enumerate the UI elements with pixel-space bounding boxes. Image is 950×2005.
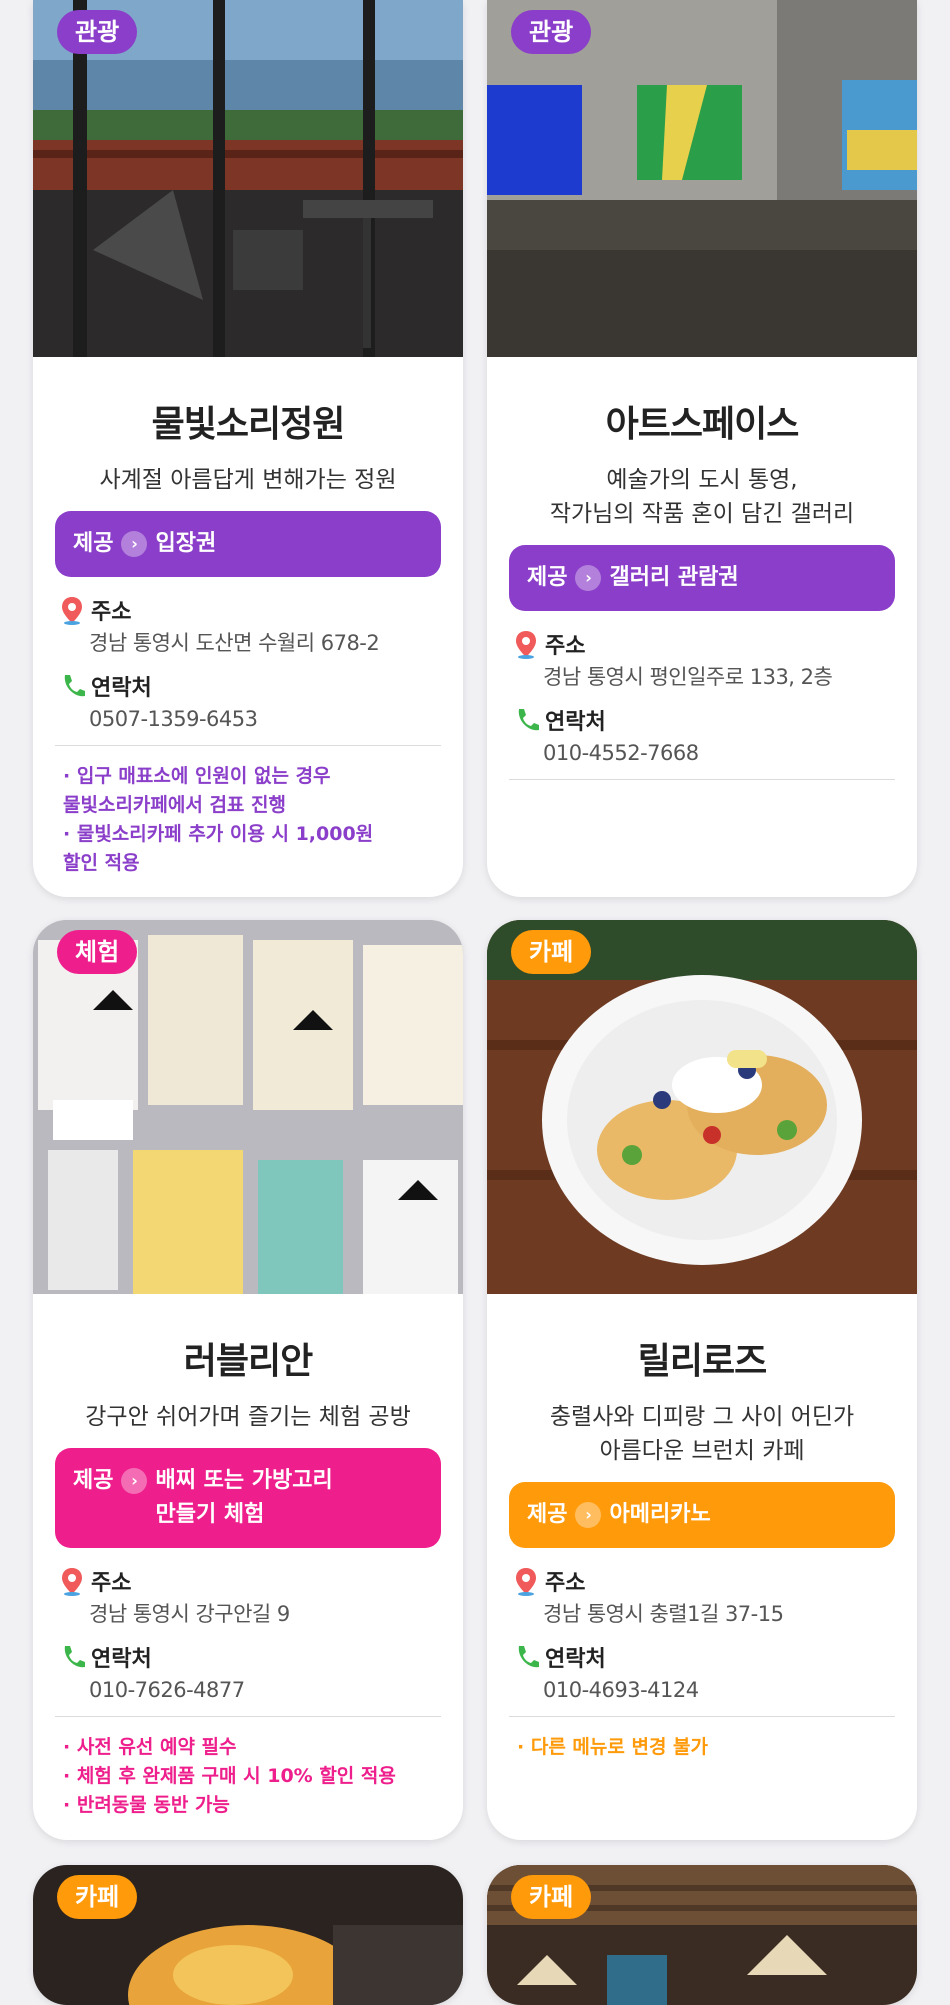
address-label: 주소: [91, 600, 132, 625]
address-row: 주소 경남 통영시 강구안길 9: [55, 1564, 441, 1630]
place-photo: 카페: [487, 1865, 917, 2005]
phone-icon: [518, 1646, 539, 1668]
address-label: 주소: [91, 1571, 132, 1596]
place-title: 러블리안: [183, 1341, 313, 1382]
place-title: 릴리로즈: [637, 1341, 767, 1382]
note-item: · 물빛소리카페 추가 이용 시 1,000원 할인 적용: [63, 823, 374, 874]
contact-value[interactable]: 010-4693-4124: [513, 1674, 895, 1706]
contact-label: 연락처: [91, 1647, 152, 1672]
place-card-lilyrose[interactable]: 카페 릴리로즈 충렬사와 디피랑 그 사이 어딘가 아름다운 브런치 카페 제공…: [487, 920, 917, 1840]
address-label: 주소: [545, 634, 586, 659]
divider: [509, 779, 895, 780]
contact-row: 연락처 010-4552-7668: [509, 703, 895, 769]
offer-value: 입장권: [155, 531, 217, 556]
category-badge: 카페: [57, 1875, 138, 1919]
note-item: · 다른 메뉴로 변경 불가: [517, 1736, 708, 1758]
category-badge: 관광: [511, 10, 592, 54]
contact-row: 연락처 010-7626-4877: [55, 1640, 441, 1706]
contact-row: 연락처 010-4693-4124: [509, 1640, 895, 1706]
category-badge: 카페: [511, 1875, 592, 1919]
offer-value: 배찌 또는 가방고리 만들기 체험: [155, 1468, 333, 1527]
divider: [55, 745, 441, 746]
place-photo: 관광: [33, 0, 463, 357]
chevron-right-icon: ›: [121, 1468, 148, 1494]
contact-row: 연락처 0507-1359-6453: [55, 669, 441, 735]
place-photo: 체험: [33, 920, 463, 1294]
place-photo: 카페: [487, 920, 917, 1294]
chevron-right-icon: ›: [121, 531, 148, 557]
contact-value[interactable]: 010-4552-7668: [513, 737, 895, 769]
phone-icon: [64, 1646, 85, 1668]
notes-list: · 사전 유선 예약 필수 · 체험 후 완제품 구매 시 10% 할인 적용 …: [55, 1733, 441, 1820]
offer-label: 제공: [73, 1468, 114, 1493]
address-value: 경남 통영시 강구안길 9: [89, 1602, 290, 1626]
offer-box: 제공 › 입장권: [55, 511, 441, 577]
place-card-cafe-5[interactable]: 카페: [33, 1865, 463, 2005]
map-pin-icon: [516, 631, 536, 659]
offer-label: 제공: [73, 531, 114, 556]
contact-value[interactable]: 0507-1359-6453: [59, 703, 441, 735]
contact-value[interactable]: 010-7626-4877: [59, 1674, 441, 1706]
notes-list: · 다른 메뉴로 변경 불가: [509, 1733, 895, 1762]
place-subtitle: 강구안 쉬어가며 즐기는 체험 공방: [85, 1404, 411, 1430]
note-item: · 입구 매표소에 인원이 없는 경우 물빛소리카페에서 검표 진행: [63, 765, 331, 816]
place-subtitle: 충렬사와 디피랑 그 사이 어딘가 아름다운 브런치 카페: [549, 1404, 855, 1464]
contact-label: 연락처: [91, 676, 152, 701]
note-item: · 체험 후 완제품 구매 시 10% 할인 적용: [63, 1765, 396, 1787]
address-value: 경남 통영시 충렬1길 37-15: [543, 1602, 784, 1626]
category-badge: 카페: [511, 930, 592, 974]
map-pin-icon: [62, 597, 82, 625]
place-title: 물빛소리정원: [151, 404, 346, 445]
note-item: · 사전 유선 예약 필수: [63, 1736, 237, 1758]
divider: [55, 1716, 441, 1717]
place-card-mulbit[interactable]: 관광 물빛소리정원 사계절 아름답게 변해가는 정원 제공 › 입장권 주소 경…: [33, 0, 463, 897]
place-photo: 카페: [33, 1865, 463, 2005]
address-label: 주소: [545, 1571, 586, 1596]
chevron-right-icon: ›: [575, 565, 602, 591]
phone-icon: [64, 675, 85, 697]
note-item: · 반려동물 동반 가능: [63, 1794, 230, 1816]
address-value: 경남 통영시 평인일주로 133, 2층: [543, 665, 833, 689]
offer-box: 제공 › 아메리카노: [509, 1482, 895, 1548]
address-row: 주소 경남 통영시 평인일주로 133, 2층: [509, 627, 895, 693]
offer-value: 갤러리 관람권: [609, 565, 739, 590]
offer-box: 제공 › 갤러리 관람권: [509, 545, 895, 611]
place-photo: 관광: [487, 0, 917, 357]
offer-label: 제공: [527, 1502, 568, 1527]
phone-icon: [518, 709, 539, 731]
divider: [509, 1716, 895, 1717]
contact-label: 연락처: [545, 1647, 606, 1672]
notes-list: · 입구 매표소에 인원이 없는 경우 물빛소리카페에서 검표 진행 · 물빛소…: [55, 762, 441, 878]
place-card-cafe-6[interactable]: 카페: [487, 1865, 917, 2005]
place-title: 아트스페이스: [605, 404, 800, 445]
place-subtitle: 예술가의 도시 통영, 작가님의 작품 혼이 담긴 갤러리: [549, 467, 855, 527]
offer-box: 제공 › 배찌 또는 가방고리 만들기 체험: [55, 1448, 441, 1548]
address-row: 주소 경남 통영시 도산면 수월리 678-2: [55, 593, 441, 659]
place-subtitle: 사계절 아름답게 변해가는 정원: [99, 467, 397, 493]
map-pin-icon: [62, 1568, 82, 1596]
offer-label: 제공: [527, 565, 568, 590]
contact-label: 연락처: [545, 710, 606, 735]
map-pin-icon: [516, 1568, 536, 1596]
chevron-right-icon: ›: [575, 1502, 602, 1528]
category-badge: 체험: [57, 930, 138, 974]
category-badge: 관광: [57, 10, 138, 54]
offer-value: 아메리카노: [609, 1502, 711, 1527]
address-row: 주소 경남 통영시 충렬1길 37-15: [509, 1564, 895, 1630]
place-card-artspace[interactable]: 관광 아트스페이스 예술가의 도시 통영, 작가님의 작품 혼이 담긴 갤러리 …: [487, 0, 917, 897]
address-value: 경남 통영시 도산면 수월리 678-2: [89, 631, 380, 655]
place-card-lovelyan[interactable]: 체험 러블리안 강구안 쉬어가며 즐기는 체험 공방 제공 › 배찌 또는 가방…: [33, 920, 463, 1840]
